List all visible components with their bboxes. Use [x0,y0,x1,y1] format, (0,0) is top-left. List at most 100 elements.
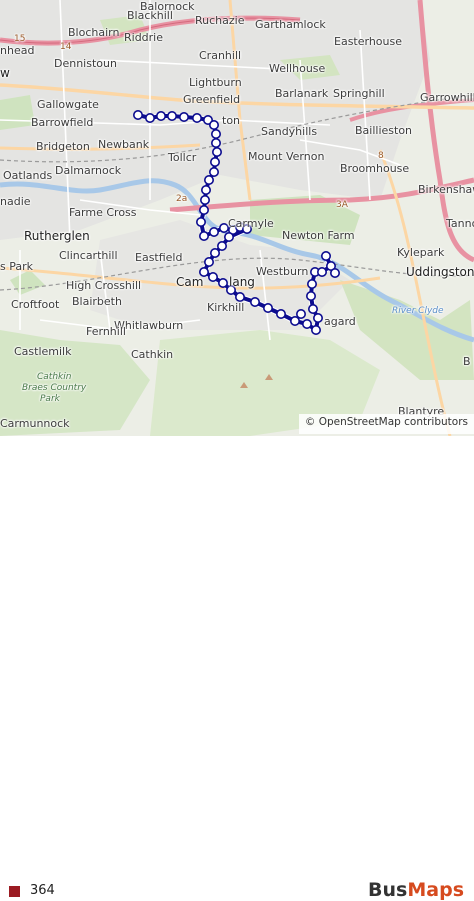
bus-stop-marker[interactable] [301,318,312,329]
bus-stop-marker[interactable] [275,308,286,319]
place-label: Eastfield [135,251,183,264]
place-label: Bridgeton [36,140,90,153]
bus-stop-marker[interactable] [235,291,246,302]
place-label: Birkenshaw [418,183,474,196]
place-label: River Clyde [392,306,444,316]
bus-stop-marker[interactable] [312,312,323,323]
place-label: Kylepark [397,246,445,259]
bus-stop-marker[interactable] [156,111,167,122]
place-label: Cathkin [37,372,72,382]
place-label: Braes Country [22,383,87,393]
bus-stop-marker[interactable] [208,271,219,282]
place-label: Barlanark [275,87,329,100]
bus-stop-marker[interactable] [289,315,300,326]
place-label: Riddrie [124,31,164,44]
place-label: ton [222,114,241,127]
bus-stop-marker[interactable] [219,223,230,234]
bus-stop-marker[interactable] [179,112,190,123]
place-label: Sandyhills [261,125,318,138]
bus-stop-marker[interactable] [204,175,215,186]
place-label: Farme Cross [69,206,137,219]
place-label: Tollcr [168,151,197,164]
place-label: Rutherglen [24,229,90,243]
place-label: Fernhill [86,325,126,338]
place-label: Wellhouse [269,62,326,75]
place-label: 14 [60,42,72,52]
bus-stop-marker[interactable] [145,113,156,124]
bus-stop-marker[interactable] [211,129,222,140]
bus-stop-marker[interactable] [210,157,221,168]
place-label: s Park [0,260,33,273]
place-label: B [463,355,471,368]
place-label: Barrowfield [31,116,94,129]
place-label: w [0,66,10,80]
bus-stop-marker[interactable] [210,248,221,259]
bus-stop-marker[interactable] [212,147,223,158]
place-label: Castlemilk [14,345,72,358]
place-label: Ruchazie [195,14,245,27]
place-label: Springhill [333,87,385,100]
bus-stop-marker[interactable] [310,324,321,335]
bus-stop-marker[interactable] [320,251,331,262]
place-label: 2a [176,194,188,204]
place-label: Baillieston [355,124,413,137]
bus-stop-marker[interactable] [192,113,203,124]
bus-stop-marker[interactable] [217,241,228,252]
bus-stop-marker[interactable] [250,296,261,307]
route-number-label[interactable]: 364 [30,883,55,898]
place-label: lang [229,275,255,289]
place-label: Blochairn [68,26,120,39]
place-label: Kirkhill [207,301,245,314]
place-label: Tannoc [446,217,474,230]
map-canvas[interactable]: Blackhill Ruchazie Garthamlock Balornock Blo… [0,0,474,436]
brand-part-bus: Bus [368,879,408,901]
bus-stop-marker[interactable] [224,232,235,243]
place-label: Blairbeth [72,295,122,308]
brand-part-maps: Maps [407,879,464,901]
bus-stop-marker[interactable] [209,227,220,238]
place-label: 3A [336,200,348,210]
route-color-swatch [9,886,20,897]
place-label: Oatlands [3,169,53,182]
bus-stop-marker[interactable] [211,138,222,149]
place-label: Carmunnock [0,417,70,430]
place-label: nhead [0,44,35,57]
busmaps-logo[interactable]: BusMaps [368,879,464,901]
bus-stop-marker[interactable] [218,277,229,288]
bus-stop-marker[interactable] [209,167,220,178]
place-label: Westburn [256,265,309,278]
bus-stop-marker[interactable] [262,302,273,313]
bus-stop-marker[interactable] [295,308,306,319]
place-label: Cranhill [199,49,242,62]
place-label: Croftfoot [11,298,60,311]
bus-stop-marker[interactable] [204,256,215,267]
bus-stop-marker[interactable] [199,205,210,216]
route-footer: 364 BusMaps [0,436,474,901]
place-label: Newbank [98,138,150,151]
bus-stop-marker[interactable] [196,217,207,228]
place-label: Park [40,394,60,404]
bus-stop-marker[interactable] [329,267,340,278]
place-label: Garthamlock [255,18,326,31]
place-label: Uddingston [406,265,474,279]
bus-stop-marker[interactable] [306,278,317,289]
place-label: Greenfield [183,93,241,106]
place-label: Mount Vernon [248,150,325,163]
place-label: Clincarthill [59,249,118,262]
place-label: agard [324,315,356,328]
bus-stop-marker[interactable] [201,185,212,196]
bus-stop-marker[interactable] [307,303,318,314]
bus-stop-marker[interactable] [316,266,327,277]
bus-stop-marker[interactable] [305,290,316,301]
map-attribution[interactable]: © OpenStreetMap contributors [298,414,474,434]
place-label: Dennistoun [54,57,117,70]
bus-stop-marker[interactable] [199,231,210,242]
place-label: Gallowgate [37,98,99,111]
bus-stop-marker[interactable] [200,195,211,206]
bus-stop-marker[interactable] [209,120,220,131]
place-label: 8 [378,151,384,161]
place-label: nadie [0,195,31,208]
place-label: Broomhouse [340,162,410,175]
bus-stop-marker[interactable] [167,111,178,122]
bus-stop-marker[interactable] [133,110,144,121]
